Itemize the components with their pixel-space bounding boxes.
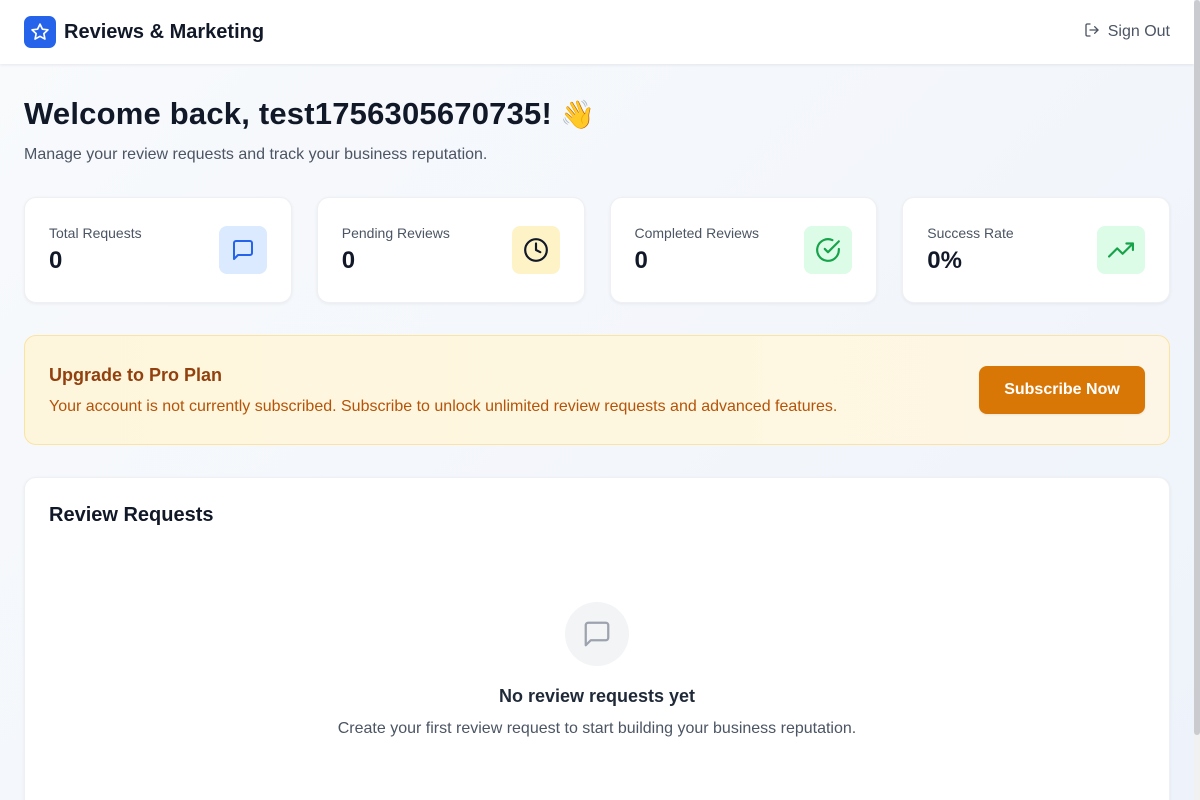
stat-label: Total Requests [49, 225, 142, 241]
stats-grid: Total Requests 0 Pending Reviews 0 Compl… [24, 197, 1170, 303]
empty-state: No review requests yet Create your first… [25, 602, 1169, 738]
empty-state-title: No review requests yet [498, 686, 696, 706]
waving-hand-icon: 👋 [560, 98, 596, 130]
review-requests-panel: Review Requests No review requests yet C… [24, 477, 1170, 800]
message-square-icon [565, 602, 629, 666]
clock-icon [511, 226, 560, 274]
stat-label: Success Rate [927, 225, 1014, 241]
brand[interactable]: Reviews & Marketing [24, 16, 264, 48]
brand-title: Reviews & Marketing [64, 20, 265, 43]
upgrade-title: Upgrade to Pro Plan [49, 364, 223, 385]
trending-up-icon [1097, 226, 1145, 274]
subscribe-now-button[interactable]: Subscribe Now [979, 366, 1145, 414]
stat-label: Pending Reviews [341, 225, 450, 241]
welcome-heading: Welcome back, test1756305670735! [24, 96, 553, 131]
message-square-icon [218, 226, 267, 274]
log-out-icon [1084, 22, 1100, 43]
scrollbar-thumb[interactable] [1194, 0, 1200, 735]
stat-label: Completed Reviews [634, 225, 760, 241]
upgrade-text: Your account is not currently subscribed… [49, 397, 838, 415]
stat-value: 0 [49, 247, 63, 274]
stat-card-completed-reviews: Completed Reviews 0 [609, 197, 878, 303]
welcome-section: Welcome back, test1756305670735! 👋 Manag… [24, 96, 595, 164]
review-requests-title: Review Requests [49, 504, 214, 526]
welcome-subtitle: Manage your review requests and track yo… [24, 146, 488, 163]
star-icon [24, 16, 56, 48]
stat-card-total-requests: Total Requests 0 [24, 197, 292, 303]
stat-value: 0% [927, 247, 962, 274]
empty-state-text: Create your first review request to star… [337, 720, 857, 737]
app-header: Reviews & Marketing Sign Out [0, 0, 1194, 64]
page-title: Welcome back, test1756305670735! 👋 [24, 96, 595, 132]
sign-out-button[interactable]: Sign Out [1084, 18, 1170, 47]
sign-out-label: Sign Out [1107, 23, 1170, 40]
check-circle-icon [804, 226, 853, 274]
stat-card-success-rate: Success Rate 0% [902, 197, 1170, 303]
stat-card-pending-reviews: Pending Reviews 0 [316, 197, 585, 303]
stat-value: 0 [634, 247, 648, 274]
upgrade-banner: Upgrade to Pro Plan Your account is not … [24, 335, 1170, 445]
vertical-scrollbar[interactable] [1194, 0, 1200, 800]
stat-value: 0 [341, 247, 356, 274]
